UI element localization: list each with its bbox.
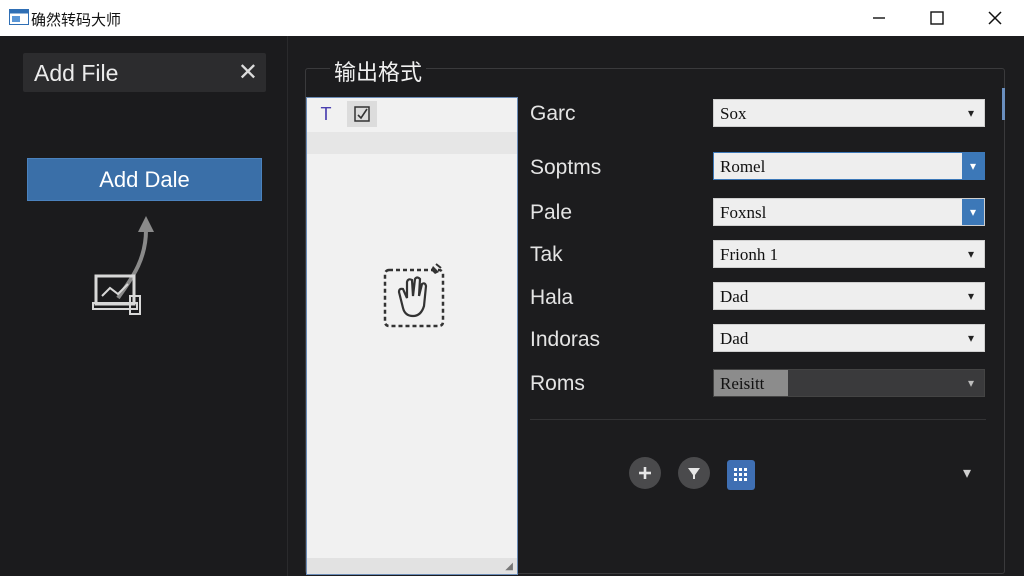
minimize-icon bbox=[873, 17, 885, 19]
field-label-hala: Hala bbox=[530, 286, 574, 309]
add-file-label: Add File bbox=[34, 60, 119, 86]
scrollbar[interactable] bbox=[1002, 88, 1005, 120]
select-value: Foxnsl bbox=[720, 203, 767, 222]
field-label-pale: Pale bbox=[530, 201, 573, 224]
app-window-icon bbox=[9, 9, 29, 25]
select-value: Reisitt bbox=[720, 374, 765, 393]
add-dale-button[interactable]: Add Dale bbox=[27, 158, 262, 201]
field-label-garc: Garc bbox=[530, 102, 576, 125]
preview-horizontal-scrollbar[interactable]: ◢ bbox=[307, 558, 517, 574]
maximize-button[interactable] bbox=[908, 0, 966, 36]
maximize-icon bbox=[930, 11, 944, 25]
select-pale[interactable]: Foxnsl ▾ bbox=[713, 198, 985, 226]
chevron-down-icon: ▾ bbox=[967, 330, 975, 345]
drop-file-illustration-icon bbox=[92, 216, 154, 315]
drag-hand-icon bbox=[383, 263, 445, 328]
close-icon bbox=[988, 11, 1002, 25]
field-label-roms: Roms bbox=[530, 372, 585, 395]
preview-toolbar: T bbox=[307, 98, 517, 130]
chevron-down-icon: ▾ bbox=[967, 288, 975, 303]
chevron-down-icon: ▾ bbox=[967, 246, 975, 261]
grid-document-icon bbox=[734, 468, 747, 481]
select-hala[interactable]: Dad ▾ bbox=[713, 282, 985, 310]
checkbox-icon bbox=[354, 106, 370, 122]
select-roms[interactable]: Reisitt ▾ bbox=[713, 369, 985, 397]
chevron-down-icon: ▾ bbox=[962, 153, 984, 179]
select-value: Frionh 1 bbox=[720, 245, 779, 264]
select-garc[interactable]: Sox ▾ bbox=[713, 99, 985, 127]
preview-pane[interactable]: T ◢ bbox=[306, 97, 518, 575]
title-bar: 确然转码大师 bbox=[0, 0, 1024, 36]
left-pane: Add File ✕ Add Dale bbox=[0, 36, 288, 576]
select-tak[interactable]: Frionh 1 ▾ bbox=[713, 240, 985, 268]
add-button[interactable] bbox=[629, 457, 661, 489]
chevron-down-icon: ▾ bbox=[967, 375, 975, 390]
resize-grip-icon[interactable]: ◢ bbox=[505, 561, 513, 572]
chevron-down-icon: ▾ bbox=[962, 199, 984, 225]
filter-button[interactable] bbox=[678, 457, 710, 489]
select-indoras[interactable]: Dad ▾ bbox=[713, 324, 985, 352]
check-tool-button[interactable] bbox=[347, 101, 377, 127]
close-window-button[interactable] bbox=[966, 0, 1024, 36]
select-value: Dad bbox=[720, 287, 749, 306]
text-tool-button[interactable]: T bbox=[311, 101, 341, 127]
close-tab-icon[interactable]: ✕ bbox=[238, 58, 258, 87]
select-value: Dad bbox=[720, 329, 749, 348]
select-value: Romel bbox=[720, 157, 766, 176]
text-tool-icon: T bbox=[320, 103, 332, 124]
chevron-down-icon: ▾ bbox=[967, 105, 975, 120]
expand-chevron-icon[interactable]: ▾ bbox=[963, 463, 971, 483]
divider bbox=[530, 419, 986, 420]
grid-document-button[interactable] bbox=[727, 460, 755, 490]
section-title: 输出格式 bbox=[330, 55, 427, 87]
field-label-indoras: Indoras bbox=[530, 328, 601, 351]
field-label-soptms: Soptms bbox=[530, 156, 602, 179]
output-format-panel: 输出格式 T ◢ Garc Sox ▾ Soptms Romel ▾ Pale … bbox=[289, 36, 1024, 576]
filter-icon bbox=[688, 468, 700, 479]
field-label-tak: Tak bbox=[530, 243, 563, 266]
add-icon bbox=[639, 467, 651, 479]
preview-header-strip bbox=[307, 132, 517, 154]
add-file-tab[interactable]: Add File ✕ bbox=[23, 53, 266, 92]
minimize-button[interactable] bbox=[850, 0, 908, 36]
window-title: 确然转码大师 bbox=[31, 11, 122, 29]
select-value: Sox bbox=[720, 104, 747, 123]
select-soptms[interactable]: Romel ▾ bbox=[713, 152, 985, 180]
